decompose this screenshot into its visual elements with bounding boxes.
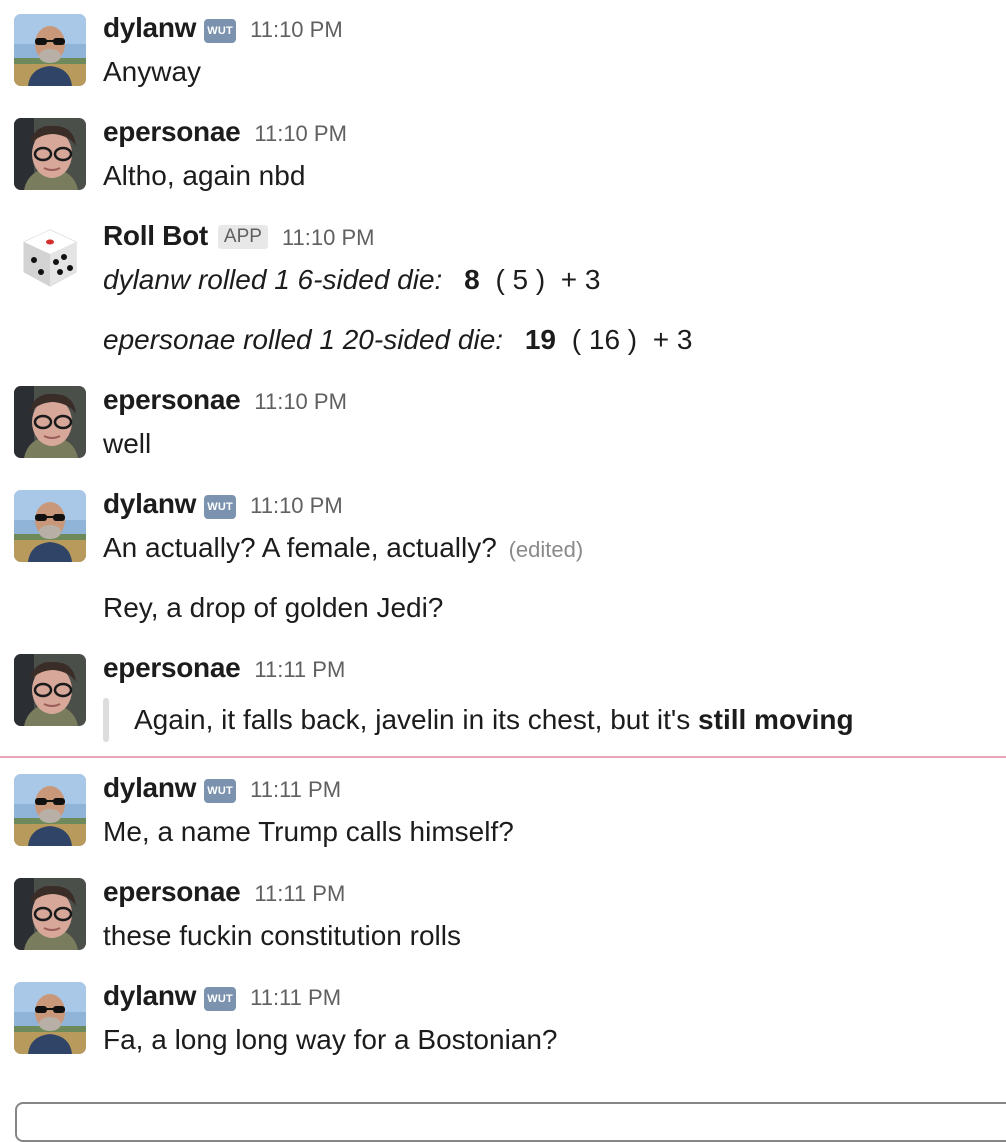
avatar[interactable] [14,878,86,950]
new-messages-divider [0,756,1006,758]
avatar[interactable] [14,118,86,190]
message-text: An actually? A female, actually? (edited… [103,532,583,564]
timestamp[interactable]: 11:10 PM [254,389,347,415]
sender-name[interactable]: dylanw [103,772,196,804]
sender-name[interactable]: dylanw [103,980,196,1012]
sender-name[interactable]: epersonae [103,876,241,908]
roll-description: epersonae rolled 1 20-sided die: [103,324,504,355]
status-badge: WUT [204,19,237,43]
timestamp[interactable]: 11:10 PM [250,17,343,43]
avatar[interactable] [14,654,86,726]
message-text: Rey, a drop of golden Jedi? [103,592,444,623]
timestamp[interactable]: 11:11 PM [254,657,345,683]
roll-detail: ( 5 ) + 3 [495,264,601,295]
avatar[interactable] [14,490,86,562]
message-input[interactable] [15,1102,1006,1142]
quote-bold: still moving [698,704,854,735]
timestamp[interactable]: 11:11 PM [250,985,341,1011]
avatar[interactable] [14,774,86,846]
message-text: well [103,428,152,459]
roll-total: 19 [524,324,556,355]
timestamp[interactable]: 11:11 PM [250,777,341,803]
status-badge: WUT [204,987,237,1011]
avatar[interactable] [14,14,86,86]
message-text: Anyway [103,56,202,87]
quote-bar [103,698,109,742]
timestamp[interactable]: 11:10 PM [282,225,375,251]
app-badge: APP [217,225,268,249]
quote-text: Again, it falls back, javelin in its che… [134,704,854,736]
quote-body: Again, it falls back, javelin in its che… [134,704,699,735]
message-text: Me, a name Trump calls himself? [103,816,514,847]
message-text: these fuckin constitution rolls [103,920,461,951]
roll-description: dylanw rolled 1 6-sided die: [103,264,443,295]
roll-total: 8 [464,264,480,295]
sender-name[interactable]: Roll Bot [103,220,208,252]
roll-result: epersonae rolled 1 20-sided die: 19 ( 16… [103,324,692,356]
sender-name[interactable]: epersonae [103,116,241,148]
timestamp[interactable]: 11:10 PM [254,121,347,147]
sender-name[interactable]: epersonae [103,652,241,684]
message-text: Altho, again nbd [103,160,306,191]
status-badge: WUT [204,495,237,519]
message-text: Fa, a long long way for a Bostonian? [103,1024,558,1055]
roll-detail: ( 16 ) + 3 [571,324,693,355]
timestamp[interactable]: 11:10 PM [250,493,343,519]
edited-label: (edited) [508,537,584,562]
roll-result: dylanw rolled 1 6-sided die: 8 ( 5 ) + 3 [103,264,601,296]
avatar[interactable] [14,386,86,458]
message-line: An actually? A female, actually? [103,532,497,563]
avatar[interactable] [14,222,86,294]
sender-name[interactable]: epersonae [103,384,241,416]
sender-name[interactable]: dylanw [103,12,196,44]
status-badge: WUT [204,779,237,803]
avatar[interactable] [14,982,86,1054]
timestamp[interactable]: 11:11 PM [254,881,345,907]
sender-name[interactable]: dylanw [103,488,196,520]
